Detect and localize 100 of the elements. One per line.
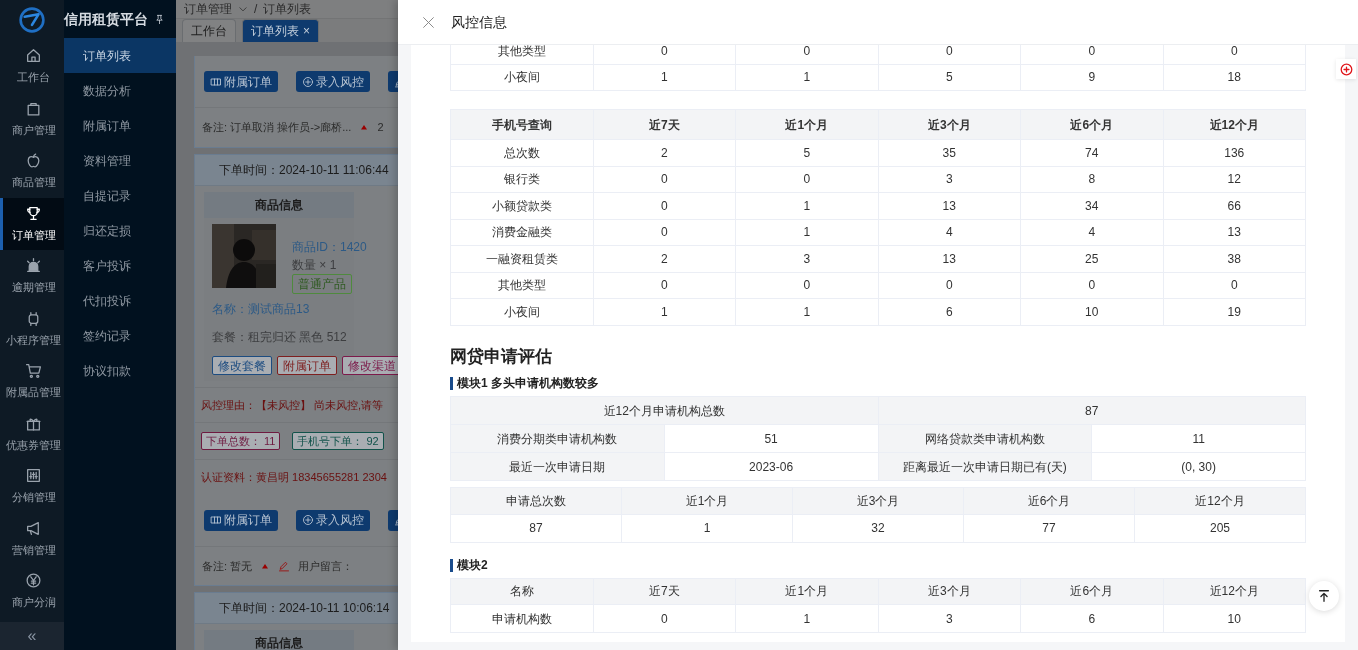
order-time: 下单时间：2024-10-11 11:06:44 xyxy=(195,154,398,186)
collapse-button[interactable]: « xyxy=(0,622,64,650)
page-tab[interactable]: 订单列表 × xyxy=(242,19,319,42)
edit-icon[interactable] xyxy=(278,559,291,572)
rail-menu-item[interactable]: 商户分润 xyxy=(0,565,64,618)
table-cell: 13 xyxy=(1163,219,1306,246)
column-header: 近3个月 xyxy=(878,109,1021,140)
product-name: 名称：测试商品13 xyxy=(212,300,311,318)
rail-menu-item[interactable]: 优惠券管理 xyxy=(0,407,64,460)
submenu-item[interactable]: 数据分析 xyxy=(64,73,176,108)
submenu-item[interactable]: 附属订单 xyxy=(64,108,176,143)
table-cell: 0 xyxy=(593,272,736,299)
table-cell: 其他类型 xyxy=(450,45,593,64)
megaphone-icon xyxy=(25,519,42,537)
pin-icon[interactable] xyxy=(154,13,165,25)
submenu-item[interactable]: 签约记录 xyxy=(64,318,176,353)
table-cell: 0 xyxy=(593,45,736,64)
rail-menu-item[interactable]: 逾期管理 xyxy=(0,250,64,303)
product-id: 商品ID：1420 xyxy=(292,238,367,256)
rail-menu-item[interactable]: 工作台 xyxy=(0,40,64,93)
action-button[interactable]: 录入风控 xyxy=(296,71,370,92)
submenu-item[interactable]: 协议扣款 xyxy=(64,353,176,388)
grid-icon xyxy=(210,75,222,88)
table-cell: 25 xyxy=(1020,245,1163,272)
breadcrumb-item[interactable]: 订单列表 xyxy=(263,0,312,18)
stat-tag: 下单总数： 11 xyxy=(201,432,281,450)
action-button[interactable]: 附属订单 xyxy=(204,509,278,531)
table-cell: 66 xyxy=(1163,192,1306,219)
table-cell: 申请机构数 xyxy=(450,604,593,633)
section-header: 商品信息 xyxy=(204,191,354,218)
product-action-button[interactable]: 修改套餐 xyxy=(212,355,272,375)
table-cell: (0, 30) xyxy=(1091,452,1306,481)
table-cell: 4 xyxy=(1020,219,1163,246)
trophy-icon xyxy=(25,204,42,222)
submenu-item[interactable]: 资料管理 xyxy=(64,143,176,178)
action-button[interactable]: 录入风控 xyxy=(296,509,370,531)
column-header: 近7天 xyxy=(593,109,736,140)
submenu-item[interactable]: 代扣投诉 xyxy=(64,283,176,318)
rail-menu-item[interactable]: 附属品管理 xyxy=(0,355,64,408)
tab-close-button[interactable]: × xyxy=(303,22,310,40)
apple-icon xyxy=(25,152,42,169)
column-header: 近6个月 xyxy=(963,487,1135,514)
submenu-item[interactable]: 订单列表 xyxy=(64,38,176,73)
column-header: 手机号查询 xyxy=(450,109,593,140)
page-tab[interactable]: 工作台 xyxy=(182,19,236,42)
table-cell: 0 xyxy=(593,166,736,193)
section-heading: 网贷申请评估 xyxy=(450,345,553,368)
table-cell: 34 xyxy=(1020,192,1163,219)
table-cell: 9 xyxy=(1020,64,1163,91)
table-cell: 消费金融类 xyxy=(450,219,593,246)
table-cell: 1 xyxy=(593,64,736,91)
column-header: 近1个月 xyxy=(621,487,793,514)
table-cell: 1 xyxy=(621,514,793,542)
home-icon xyxy=(25,47,42,64)
table-cell: 0 xyxy=(593,192,736,219)
siren-icon xyxy=(25,257,42,274)
submenu-item[interactable]: 归还定损 xyxy=(64,213,176,248)
module-title: 模块2 xyxy=(450,558,1306,572)
rail-menu-item[interactable]: 小程序管理 xyxy=(0,302,64,355)
product-action-button[interactable]: 附属订单 xyxy=(277,355,337,375)
grid-icon xyxy=(210,514,222,526)
close-icon[interactable] xyxy=(422,15,435,29)
column-header: 近1个月 xyxy=(735,109,878,140)
action-button[interactable]: 附属订单 xyxy=(204,71,278,92)
table-cell: 1 xyxy=(735,298,878,325)
table-cell: 一融资租赁类 xyxy=(450,245,593,272)
table-cell: 3 xyxy=(878,166,1021,193)
rail-menu-item[interactable]: 商户管理 xyxy=(0,92,64,145)
breadcrumb-separator: / xyxy=(254,1,258,18)
submenu-item[interactable]: 客户投诉 xyxy=(64,248,176,283)
table-cell: 1 xyxy=(735,192,878,219)
table-cell: 87 xyxy=(450,514,622,542)
stat-tag: 手机号下单： 92 xyxy=(292,432,384,450)
chevron-down-icon[interactable] xyxy=(238,4,248,14)
column-header: 近3个月 xyxy=(878,578,1021,605)
rail-menu-item[interactable]: 订单管理 xyxy=(0,197,64,250)
table-cell: 0 xyxy=(735,45,878,64)
table-cell: 0 xyxy=(735,272,878,299)
table-cell: 13 xyxy=(878,192,1021,219)
table-cell: 0 xyxy=(1020,45,1163,64)
rail-menu-item[interactable]: 营销管理 xyxy=(0,512,64,565)
product-action-button[interactable]: 修改渠道 xyxy=(342,355,398,375)
table-cell: 总次数 xyxy=(450,139,593,166)
yen-circle-icon xyxy=(25,572,42,589)
table-cell: 6 xyxy=(1020,604,1163,633)
caret-up-icon[interactable] xyxy=(359,123,370,132)
table-cell: 77 xyxy=(963,514,1135,542)
plus-circle-icon[interactable] xyxy=(1339,62,1353,76)
table-cell: 10 xyxy=(1020,298,1163,325)
table-cell: 2 xyxy=(593,245,736,272)
message-label: 用户留言： xyxy=(298,558,354,574)
breadcrumb-item[interactable]: 订单管理 xyxy=(184,0,232,18)
rail-menu-item[interactable]: 商品管理 xyxy=(0,145,64,198)
table-cell: 银行类 xyxy=(450,166,593,193)
order-time: 下单时间：2024-10-11 10:06:14 xyxy=(195,593,398,624)
table-cell: 205 xyxy=(1134,514,1306,542)
table-cell: 0 xyxy=(1163,272,1306,299)
column-header: 申请总次数 xyxy=(450,487,622,514)
submenu-item[interactable]: 自提记录 xyxy=(64,178,176,213)
rail-menu-item[interactable]: 分销管理 xyxy=(0,460,64,513)
